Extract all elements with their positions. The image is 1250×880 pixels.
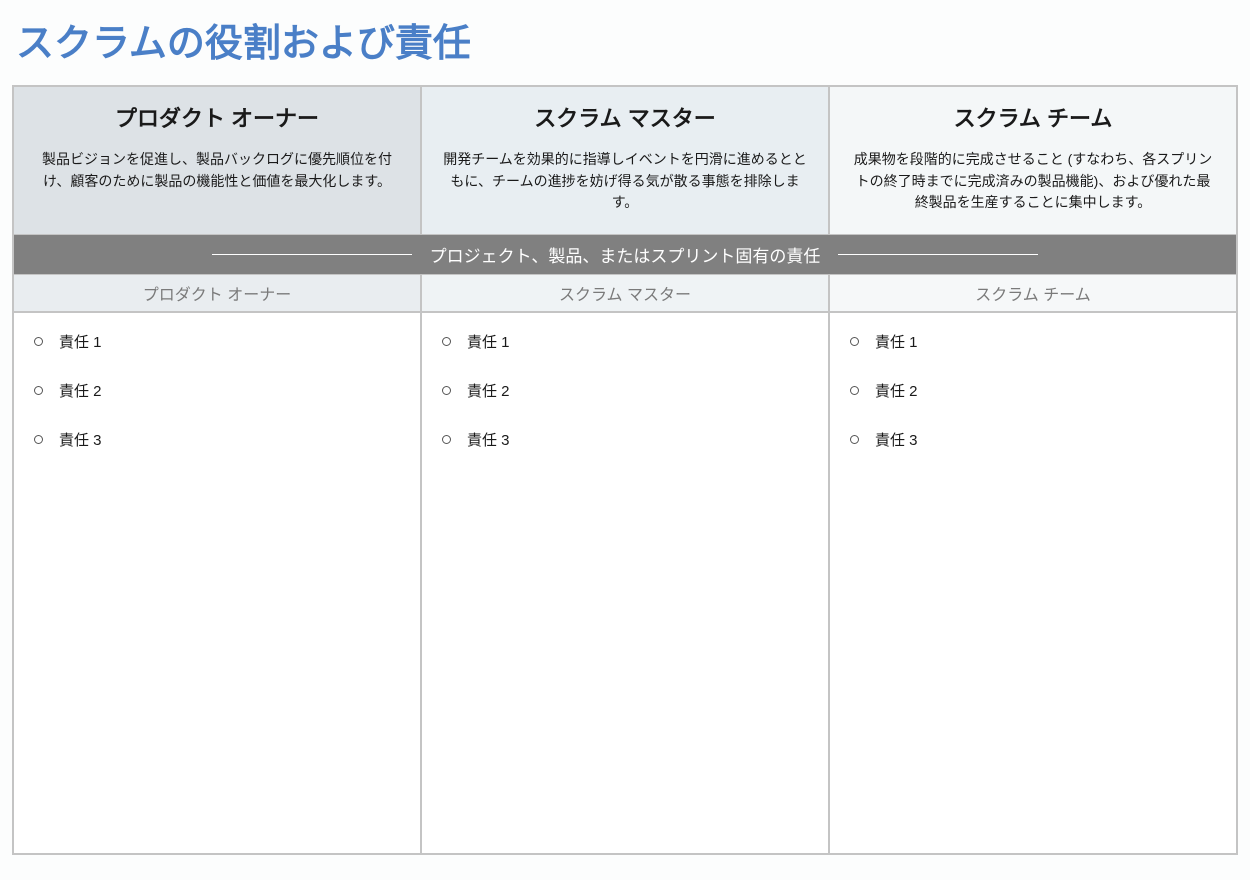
responsibilities-body-row: 責任 1 責任 2 責任 3 責任 1 責任 2 責任 3 責任 1 責任 2 …	[13, 312, 1237, 854]
responsibility-text: 責任 1	[59, 331, 102, 352]
bullet-icon	[34, 386, 43, 395]
role-desc-scrum-master: 開発チームを効果的に指導しイベントを円滑に進めるとともに、チームの進捗を妨げ得る…	[442, 149, 808, 214]
bullet-icon	[442, 386, 451, 395]
responsibility-text: 責任 2	[875, 380, 918, 401]
banner-line-left	[212, 254, 412, 255]
bullet-icon	[34, 337, 43, 346]
page-title: スクラムの役割および責任	[16, 12, 1238, 67]
roles-header-row: プロダクト オーナー 製品ビジョンを促進し、製品バックログに優先順位を付け、顧客…	[13, 86, 1237, 235]
responsibilities-cell-scrum-master: 責任 1 責任 2 責任 3	[421, 312, 829, 854]
responsibility-text: 責任 2	[59, 380, 102, 401]
subheader-row: プロダクト オーナー スクラム マスター スクラム チーム	[13, 274, 1237, 312]
responsibility-text: 責任 3	[467, 429, 510, 450]
subheader-scrum-team: スクラム チーム	[829, 274, 1237, 312]
list-item: 責任 1	[850, 331, 1216, 352]
list-item: 責任 3	[850, 429, 1216, 450]
role-name-product-owner: プロダクト オーナー	[34, 101, 400, 133]
list-item: 責任 2	[442, 380, 808, 401]
list-item: 責任 3	[34, 429, 400, 450]
responsibilities-banner: プロジェクト、製品、またはスプリント固有の責任	[13, 235, 1237, 274]
role-name-scrum-team: スクラム チーム	[850, 101, 1216, 133]
bullet-icon	[850, 435, 859, 444]
role-desc-product-owner: 製品ビジョンを促進し、製品バックログに優先順位を付け、顧客のために製品の機能性と…	[34, 149, 400, 192]
role-header-product-owner: プロダクト オーナー 製品ビジョンを促進し、製品バックログに優先順位を付け、顧客…	[13, 86, 421, 235]
bullet-icon	[850, 386, 859, 395]
role-desc-scrum-team: 成果物を段階的に完成させること (すなわち、各スプリントの終了時までに完成済みの…	[850, 149, 1216, 214]
responsibilities-list: 責任 1 責任 2 責任 3	[442, 331, 808, 450]
responsibilities-list: 責任 1 責任 2 責任 3	[34, 331, 400, 450]
list-item: 責任 3	[442, 429, 808, 450]
responsibilities-cell-product-owner: 責任 1 責任 2 責任 3	[13, 312, 421, 854]
responsibility-text: 責任 2	[467, 380, 510, 401]
subheader-scrum-master: スクラム マスター	[421, 274, 829, 312]
responsibility-text: 責任 1	[875, 331, 918, 352]
role-header-scrum-master: スクラム マスター 開発チームを効果的に指導しイベントを円滑に進めるとともに、チ…	[421, 86, 829, 235]
bullet-icon	[442, 435, 451, 444]
responsibility-text: 責任 3	[59, 429, 102, 450]
role-header-scrum-team: スクラム チーム 成果物を段階的に完成させること (すなわち、各スプリントの終了…	[829, 86, 1237, 235]
subheader-product-owner: プロダクト オーナー	[13, 274, 421, 312]
bullet-icon	[34, 435, 43, 444]
list-item: 責任 2	[850, 380, 1216, 401]
responsibilities-list: 責任 1 責任 2 責任 3	[850, 331, 1216, 450]
responsibilities-cell-scrum-team: 責任 1 責任 2 責任 3	[829, 312, 1237, 854]
list-item: 責任 2	[34, 380, 400, 401]
responsibility-text: 責任 1	[467, 331, 510, 352]
responsibility-text: 責任 3	[875, 429, 918, 450]
banner-line-right	[838, 254, 1038, 255]
list-item: 責任 1	[442, 331, 808, 352]
bullet-icon	[442, 337, 451, 346]
bullet-icon	[850, 337, 859, 346]
roles-table: プロダクト オーナー 製品ビジョンを促進し、製品バックログに優先順位を付け、顧客…	[12, 85, 1238, 855]
list-item: 責任 1	[34, 331, 400, 352]
banner-text: プロジェクト、製品、またはスプリント固有の責任	[430, 242, 821, 267]
role-name-scrum-master: スクラム マスター	[442, 101, 808, 133]
